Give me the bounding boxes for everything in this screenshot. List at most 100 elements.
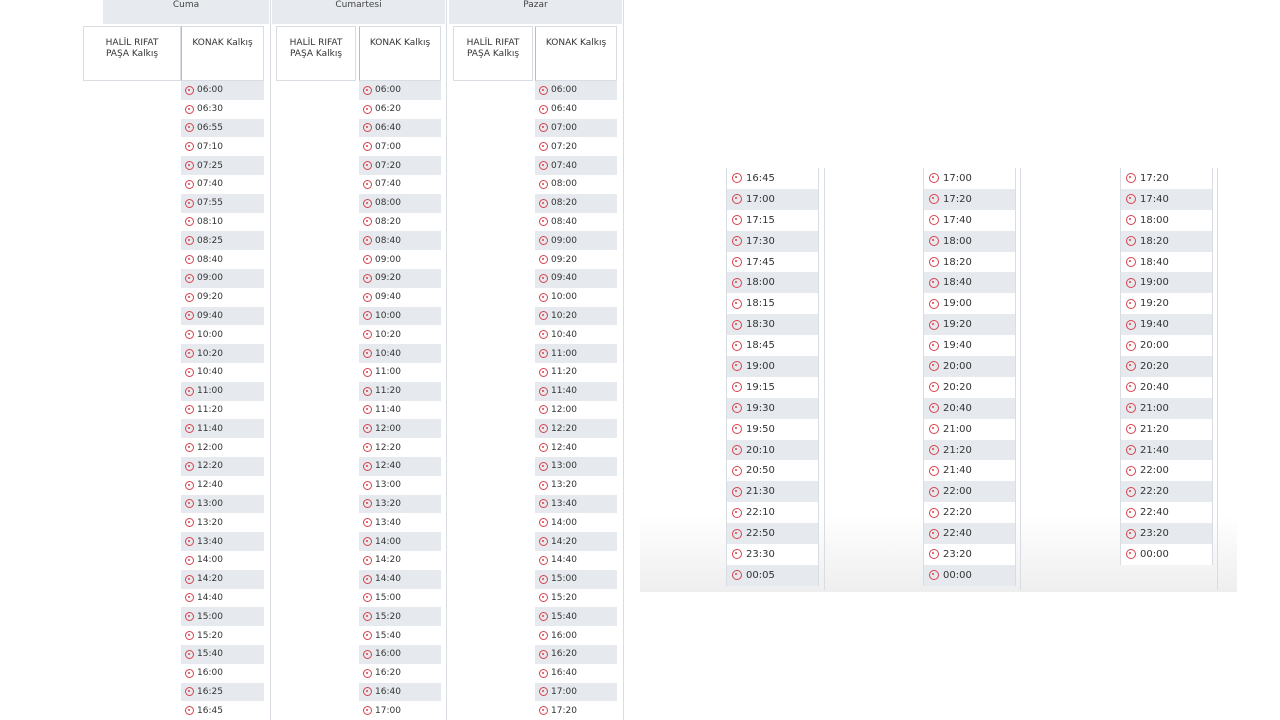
ferry-icon: [185, 574, 194, 584]
departure-time: 22:10: [746, 507, 775, 519]
ferry-icon: [363, 198, 372, 208]
departure-time: 08:00: [375, 198, 401, 209]
departure-row: 15:40: [535, 607, 617, 627]
day-header: Cumartesi: [272, 0, 445, 24]
departure-time: 19:50: [746, 423, 775, 435]
ferry-icon: [363, 405, 372, 415]
departure-row: 10:40: [359, 344, 441, 363]
ferry-icon: [539, 349, 548, 359]
departure-row: 20:20: [1121, 356, 1212, 377]
ferry-icon: [363, 480, 372, 490]
departure-time: 16:00: [551, 630, 577, 641]
ferry-icon: [1126, 549, 1136, 560]
departure-time: 17:00: [375, 705, 401, 716]
departure-time: 06:00: [197, 85, 223, 96]
departure-time: 20:50: [746, 465, 775, 477]
departure-time: 08:25: [197, 235, 223, 246]
departure-row: 16:20: [359, 663, 441, 683]
departure-time: 18:45: [746, 340, 775, 352]
ferry-icon: [732, 236, 742, 247]
ferry-icon: [1126, 173, 1136, 184]
departure-row: 12:20: [359, 438, 441, 457]
departure-time: 10:40: [197, 367, 223, 378]
ferry-icon: [185, 480, 194, 490]
departure-row: 16:25: [181, 682, 264, 702]
departure-time: 08:40: [197, 254, 223, 265]
ferry-icon: [363, 386, 372, 396]
departure-row: 18:20: [1121, 230, 1212, 252]
ferry-icon: [185, 593, 194, 603]
departure-time: 21:40: [1140, 444, 1169, 456]
ferry-icon: [1126, 194, 1136, 205]
ferry-icon: [539, 236, 548, 246]
departure-time: 13:40: [375, 517, 401, 528]
ferry-icon: [1126, 340, 1136, 351]
ferry-icon: [539, 179, 548, 189]
ferry-icon: [185, 518, 194, 528]
ferry-icon: [185, 631, 194, 640]
departure-time: 21:20: [943, 444, 972, 456]
departure-time: 16:40: [551, 668, 577, 679]
ferry-icon: [732, 173, 742, 184]
departure-row: 21:30: [727, 481, 818, 503]
departure-row: 17:30: [727, 230, 818, 252]
departure-time: 17:20: [551, 705, 577, 716]
ferry-icon: [539, 443, 548, 453]
departure-time: 14:00: [197, 555, 223, 566]
departure-row: 20:50: [727, 460, 818, 482]
panel-divider: [824, 168, 825, 590]
konak-departure-list: 06:00 06:30 06:55 07:10 07:25 07:40 07:55 08:10…: [181, 81, 264, 720]
departure-row: 21:20: [924, 439, 1015, 461]
departure-time: 07:00: [551, 122, 577, 133]
departure-row: 16:20: [535, 644, 617, 664]
departure-row: 06:30: [181, 99, 264, 119]
departure-time: 21:40: [943, 465, 972, 477]
departure-time: 11:40: [375, 404, 401, 415]
konak-departure-list: 16:45 17:00 17:15 17:30 17:45 18:00 18:15 18:30…: [727, 168, 818, 586]
ferry-icon: [732, 382, 742, 393]
ferry-icon: [732, 257, 742, 267]
departure-row: 17:20: [535, 701, 617, 720]
departure-time: 11:20: [375, 386, 401, 397]
departure-time: 18:40: [943, 277, 972, 289]
ferry-icon: [539, 668, 548, 678]
ferry-icon: [1126, 528, 1136, 539]
ferry-icon: [732, 361, 742, 372]
departure-time: 16:20: [551, 649, 577, 660]
departure-row: 12:40: [359, 456, 441, 476]
departure-row: 20:40: [1121, 376, 1212, 398]
departure-row: 09:40: [359, 287, 441, 307]
ferry-icon: [539, 104, 548, 114]
departure-row: 16:40: [359, 682, 441, 702]
departure-time: 17:30: [746, 235, 775, 247]
departure-row: 08:40: [181, 250, 264, 269]
ferry-icon: [185, 273, 194, 283]
departure-time: 18:15: [746, 298, 775, 310]
departure-time: 09:00: [375, 254, 401, 265]
departure-row: 22:20: [1121, 481, 1212, 503]
ferry-icon: [185, 706, 194, 716]
departure-row: 15:00: [359, 588, 441, 608]
departure-row: 16:00: [535, 626, 617, 645]
column-header-halil-rifat-pasa: HALİL RIFAT PAŞA Kalkış: [276, 26, 356, 81]
departure-row: 16:40: [535, 663, 617, 683]
day-header: Pazar: [449, 0, 622, 24]
departure-row: 06:55: [181, 118, 264, 138]
departure-time: 17:15: [746, 214, 775, 226]
departure-row: 00:00: [1121, 544, 1212, 565]
departure-row: 07:00: [359, 137, 441, 157]
departure-row: 15:00: [535, 569, 617, 589]
departure-time: 09:40: [197, 310, 223, 321]
departure-row: 14:40: [181, 588, 264, 608]
departure-row: 13:00: [359, 475, 441, 495]
departure-time: 20:10: [746, 444, 775, 456]
ferry-icon: [732, 507, 742, 518]
ferry-icon: [185, 161, 194, 171]
departure-row: 14:00: [535, 513, 617, 533]
departure-row: 15:00: [181, 607, 264, 627]
departure-row: 07:40: [535, 156, 617, 175]
departure-time: 09:40: [551, 273, 577, 284]
departure-row: 08:20: [359, 212, 441, 232]
ferry-icon: [185, 292, 194, 302]
departure-time: 06:30: [197, 104, 223, 115]
